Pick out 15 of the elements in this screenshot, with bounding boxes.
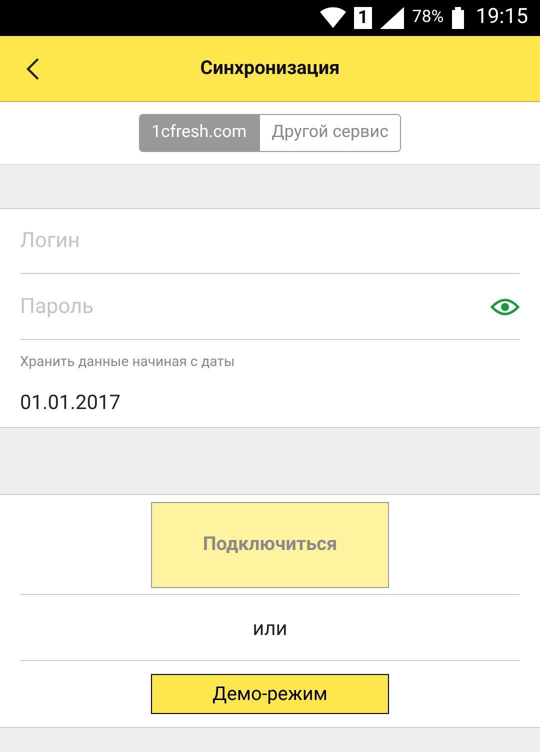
date-field[interactable]: 01.01.2017 — [20, 387, 520, 417]
battery-percent: 78% — [412, 6, 444, 30]
screen-title: Синхронизация — [200, 55, 340, 82]
or-label: или — [252, 614, 288, 642]
battery-icon — [452, 7, 464, 29]
segment-tab[interactable]: Другой сервис — [258, 115, 400, 151]
eye-icon[interactable] — [490, 296, 520, 316]
segment-tab[interactable]: 1cfresh.com — [140, 115, 259, 151]
signal-icon — [380, 7, 404, 29]
demo-button[interactable]: Демо-режим — [151, 674, 389, 714]
wifi-icon — [320, 7, 346, 29]
sim-indicator: 1 — [354, 7, 372, 29]
date-label: Хранить данные начиная с даты — [20, 353, 236, 372]
clock: 19:15 — [476, 4, 528, 32]
back-icon[interactable] — [26, 56, 40, 80]
